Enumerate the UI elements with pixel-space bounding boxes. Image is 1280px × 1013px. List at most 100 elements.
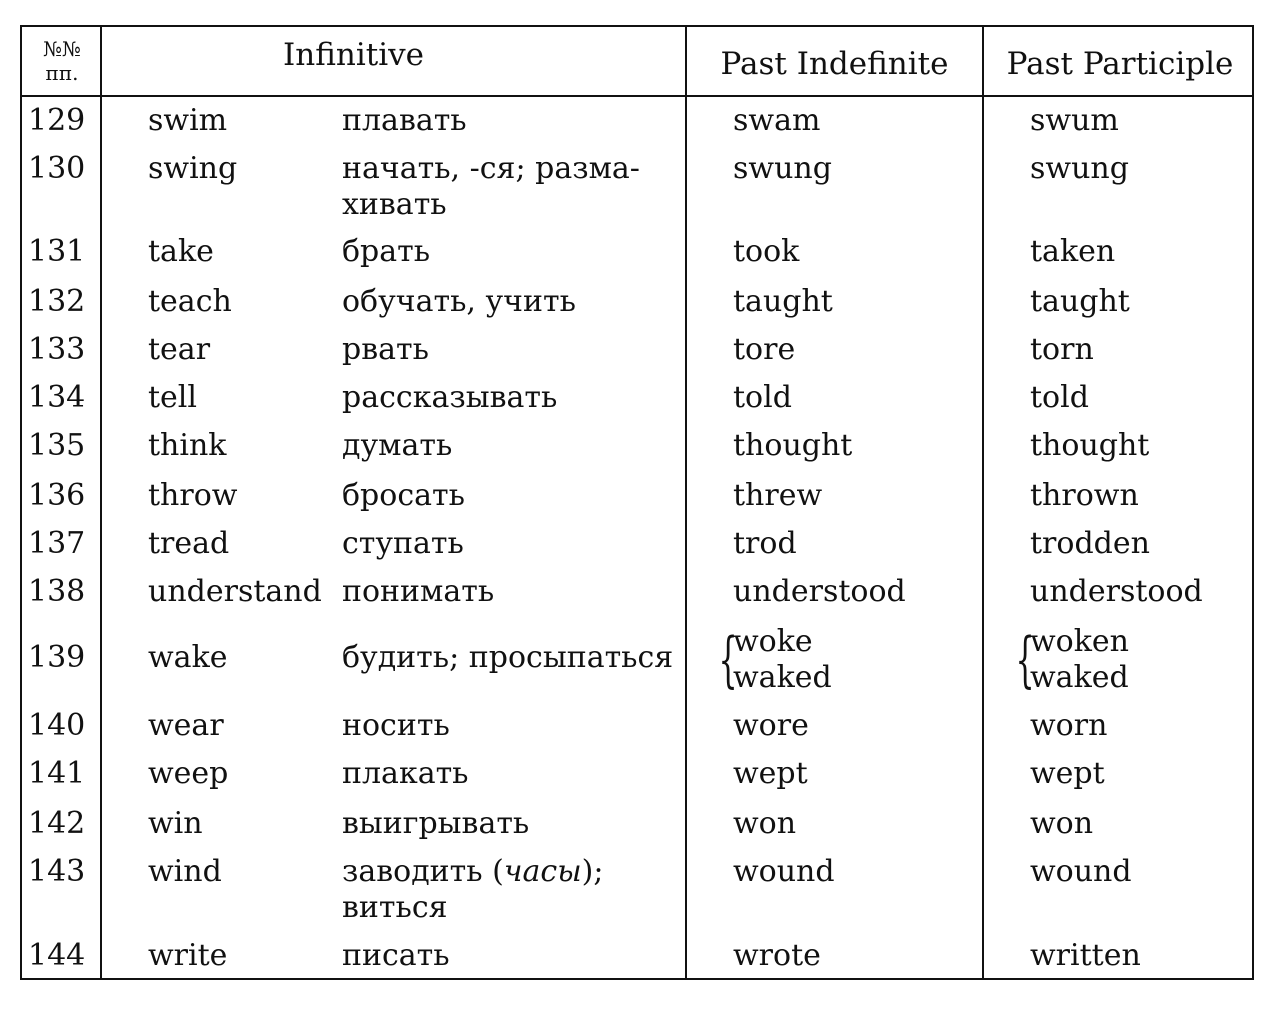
row-number: 130 [28,151,86,186]
row-number: 142 [28,806,86,841]
past-indefinite: threw [733,478,822,514]
infinitive-english: understand [148,574,322,609]
past-participle-form: wound [1030,854,1132,889]
past-participle-form: taken [1030,234,1116,269]
infinitive-russian: брать [342,234,430,270]
past-participle: swung [1030,151,1129,187]
row-number: 137 [28,526,86,561]
past-participle: taught [1030,284,1130,320]
past-indefinite-form: wept [733,756,808,791]
past-indefinite: swam [733,103,820,139]
infinitive-english: wind [148,854,222,889]
past-participle: taken [1030,234,1115,270]
past-participle-form: taught [1030,284,1130,319]
translation-italic: часы [503,854,582,889]
brace-mark: { [718,625,738,695]
past-indefinite-form: swung [733,151,832,186]
translation-line: виться [342,890,603,926]
header-divider [22,95,1252,97]
infinitive-russian: будить; просыпаться [342,640,673,676]
past-participle-form: torn [1030,332,1094,367]
past-participle-form: wept [1030,756,1105,791]
infinitive-russian: ступать [342,526,464,562]
row-number: 131 [28,234,86,269]
translation-line: ступать [342,526,464,562]
past-participle-form: waked [1030,660,1129,695]
infinitive-russian: рассказывать [342,380,557,416]
row-number: 133 [28,332,86,367]
past-participle-form: won [1030,806,1094,841]
translation-text: плавать [342,103,467,138]
row-number: 138 [28,574,86,609]
past-participle: written [1030,938,1141,974]
past-indefinite-form: woke [733,624,813,659]
past-indefinite-form: told [733,380,792,415]
past-participle-form: swung [1030,151,1129,186]
translation-text: понимать [342,574,495,609]
irregular-verbs-table: №№ пп. Infinitive Past Indefinite Past P… [20,25,1254,980]
past-indefinite-form: trod [733,526,797,561]
row-number: 141 [28,756,86,791]
infinitive-russian: писать [342,938,450,974]
past-participle-form: swum [1030,103,1119,138]
translation-line: заводить (часы); [342,854,603,890]
past-participle-form: understood [1030,574,1203,609]
row-number: 135 [28,428,86,463]
translation-text: хивать [342,187,447,222]
infinitive-english: take [148,234,214,269]
translation-text: выигрывать [342,806,530,841]
past-participle: thought [1030,428,1149,464]
past-participle-form: thrown [1030,478,1139,513]
header-number: №№ пп. [22,27,102,95]
past-participle: thrown [1030,478,1139,514]
translation-text: будить; просыпаться [342,640,674,675]
translation-text: начать, -ся; разма- [342,151,640,186]
translation-line: рвать [342,332,429,368]
past-indefinite: told [733,380,792,416]
past-indefinite: tore [733,332,795,368]
infinitive-russian: начать, -ся; разма-хивать [342,151,640,223]
row-number: 144 [28,938,86,973]
translation-line: рассказывать [342,380,557,416]
past-indefinite-form: thought [733,428,853,463]
infinitive-english: tell [148,380,197,415]
past-indefinite: {woke waked [719,624,832,696]
infinitive-russian: выигрывать [342,806,529,842]
past-indefinite: took [733,234,799,270]
infinitive-english: tear [148,332,211,367]
past-participle-form: written [1030,938,1141,973]
past-indefinite: wound [733,854,835,890]
translation-text: ); [581,854,604,889]
infinitive-english: write [148,938,228,973]
header-infinitive: Infinitive [283,37,424,73]
translation-line: начать, -ся; разма- [342,151,640,187]
translation-text: думать [342,428,453,463]
translation-text: виться [342,890,448,925]
translation-line: выигрывать [342,806,529,842]
row-number: 134 [28,380,86,415]
row-number: 129 [28,103,86,138]
past-indefinite: thought [733,428,852,464]
past-participle-form: thought [1030,428,1150,463]
infinitive-english: teach [148,284,232,319]
past-indefinite-form: wore [733,708,809,743]
translation-line: обучать, учить [342,284,576,320]
row-number: 136 [28,478,86,513]
translation-text: рассказывать [342,380,558,415]
past-indefinite: taught [733,284,833,320]
past-participle: understood [1030,574,1203,610]
translation-text: обучать, учить [342,284,576,319]
past-indefinite-form: took [733,234,800,269]
past-indefinite-form: tore [733,332,796,367]
past-participle: told [1030,380,1089,416]
row-number: 140 [28,708,86,743]
past-participle: wound [1030,854,1132,890]
translation-line: будить; просыпаться [342,640,673,676]
past-indefinite-form: threw [733,478,823,513]
infinitive-russian: плакать [342,756,469,792]
past-participle-form: woken [1030,624,1129,659]
infinitive-russian: заводить (часы); виться [342,854,603,926]
past-indefinite: understood [733,574,906,610]
infinitive-english: win [148,806,203,841]
infinitive-english: wake [148,640,228,675]
